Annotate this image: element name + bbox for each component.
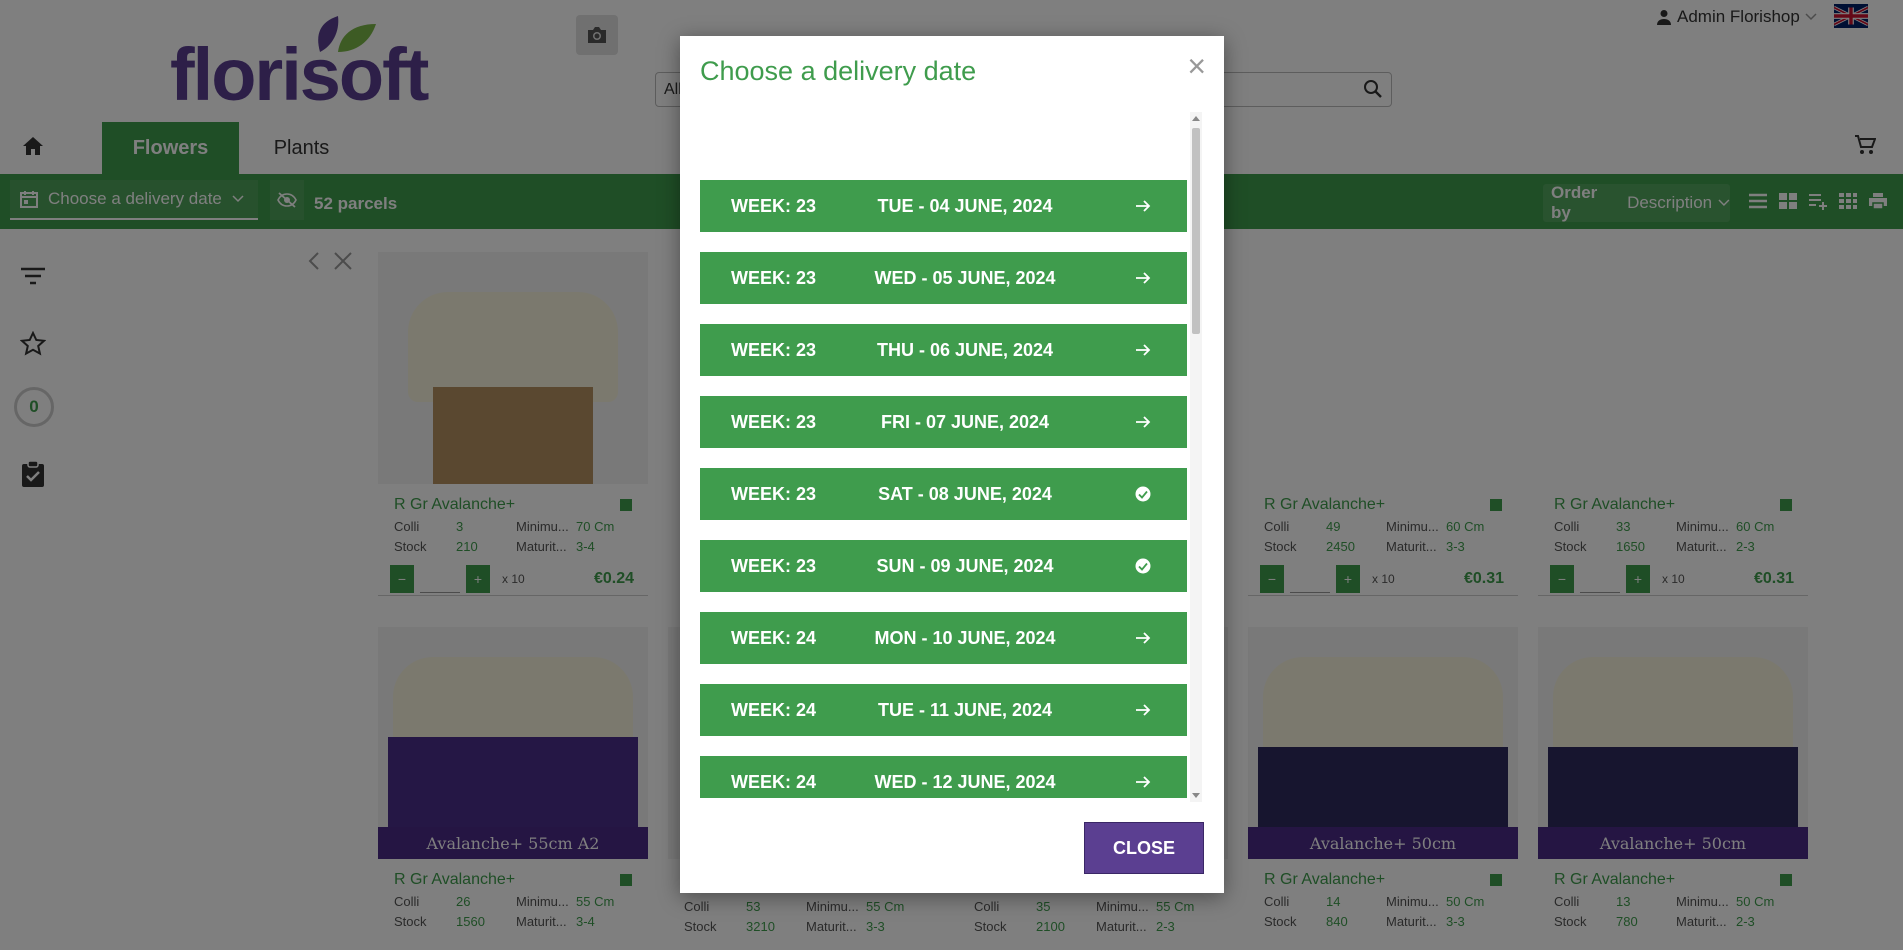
delivery-date-option[interactable]: WEEK: 24 TUE - 11 JUNE, 2024: [700, 684, 1187, 736]
delivery-date-modal: Choose a delivery date × WEEK: 23 TUE - …: [680, 36, 1224, 893]
arrow-right-icon: [1136, 344, 1151, 356]
date-label: WED - 05 JUNE, 2024: [874, 267, 1056, 288]
date-list-scrollbar[interactable]: [1190, 112, 1202, 802]
delivery-date-option[interactable]: WEEK: 23 TUE - 04 JUNE, 2024: [700, 180, 1187, 232]
delivery-date-option[interactable]: WEEK: 24 MON - 10 JUNE, 2024: [700, 612, 1187, 664]
week-label: WEEK: 24: [731, 771, 817, 792]
arrow-right-icon: [1136, 416, 1151, 428]
scroll-up-arrow-icon[interactable]: [1192, 115, 1200, 121]
week-label: WEEK: 23: [731, 339, 817, 360]
week-label: WEEK: 23: [731, 195, 817, 216]
arrow-right-icon: [1136, 776, 1151, 788]
check-circle-icon: [1135, 558, 1151, 574]
close-icon[interactable]: ×: [1187, 50, 1206, 82]
arrow-right-icon: [1136, 632, 1151, 644]
date-label: MON - 10 JUNE, 2024: [874, 627, 1056, 648]
week-label: WEEK: 24: [731, 627, 817, 648]
week-label: WEEK: 23: [731, 483, 817, 504]
week-label: WEEK: 23: [731, 267, 817, 288]
date-label: TUE - 11 JUNE, 2024: [877, 699, 1053, 720]
arrow-right-icon: [1136, 272, 1151, 284]
date-label: WED - 12 JUNE, 2024: [874, 771, 1056, 792]
delivery-date-option[interactable]: WEEK: 23 WED - 05 JUNE, 2024: [700, 252, 1187, 304]
delivery-date-list[interactable]: WEEK: 23 TUE - 04 JUNE, 2024 WEEK: 23 WE…: [700, 108, 1187, 798]
close-button[interactable]: CLOSE: [1084, 822, 1204, 874]
scroll-down-arrow-icon[interactable]: [1192, 793, 1200, 799]
date-label: THU - 06 JUNE, 2024: [876, 339, 1054, 360]
delivery-date-option[interactable]: WEEK: 24 WED - 12 JUNE, 2024: [700, 756, 1187, 798]
delivery-date-option[interactable]: WEEK: 23 THU - 06 JUNE, 2024: [700, 324, 1187, 376]
week-label: WEEK: 23: [731, 411, 817, 432]
date-label: TUE - 04 JUNE, 2024: [877, 195, 1053, 216]
delivery-date-option[interactable]: WEEK: 23 SUN - 09 JUNE, 2024: [700, 540, 1187, 592]
date-label: SAT - 08 JUNE, 2024: [878, 483, 1052, 504]
arrow-right-icon: [1136, 704, 1151, 716]
scroll-thumb[interactable]: [1192, 128, 1200, 334]
date-label: SUN - 09 JUNE, 2024: [876, 555, 1054, 576]
delivery-date-option[interactable]: WEEK: 23 FRI - 07 JUNE, 2024: [700, 396, 1187, 448]
week-label: WEEK: 23: [731, 555, 817, 576]
arrow-right-icon: [1136, 200, 1151, 212]
delivery-date-option[interactable]: WEEK: 23 SAT - 08 JUNE, 2024: [700, 468, 1187, 520]
modal-title: Choose a delivery date: [700, 56, 977, 86]
week-label: WEEK: 24: [731, 699, 817, 720]
date-label: FRI - 07 JUNE, 2024: [880, 411, 1050, 432]
check-circle-icon: [1135, 486, 1151, 502]
